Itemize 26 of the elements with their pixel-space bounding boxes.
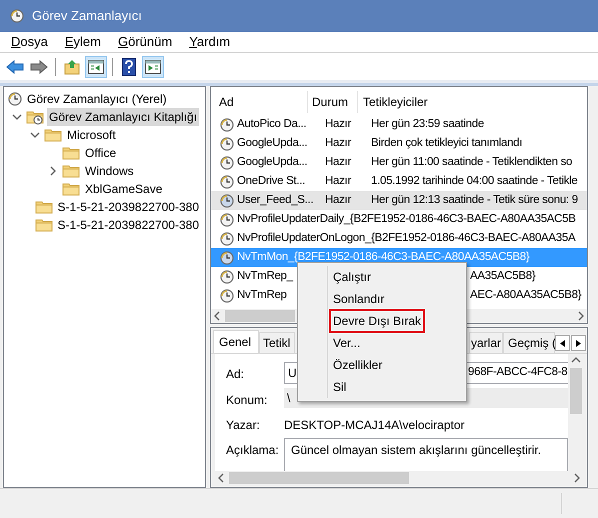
task-trigger: Birden çok tetikleyici tanımlandı [371, 136, 522, 151]
task-status: Hazır [324, 154, 352, 170]
task-name: GoogleUpda... [237, 136, 308, 151]
task-name: User_Feed_S... [237, 192, 314, 208]
task-trigger: Her gün 12:13 saatinde - Tetik süre sonu: 9 [371, 192, 578, 208]
task-name-end: AA35AC5B8} [470, 268, 536, 284]
task-name: NvProfileUpdaterDaily_{B2FE1952-0186-46C3-BAEC-A80AA35AC5B [237, 212, 576, 227]
task-name: GoogleUpda... [237, 154, 308, 170]
task-name: AutoPico Da... [237, 116, 308, 132]
task-name: OneDrive St... [237, 174, 306, 189]
field-label: Açıklama: [226, 442, 280, 459]
task-status: Hazır [324, 174, 352, 189]
task-name-end: AEC-A80AA35AC5B8} [470, 288, 582, 303]
field-label: Yazar: [226, 417, 261, 434]
task-status: Hazır [324, 116, 352, 132]
task-status: Hazır [324, 192, 352, 208]
author-value: DESKTOP-MCAJ14A\velociraptor [284, 417, 465, 434]
task-status: Hazır [324, 136, 352, 151]
window-title: Görev Zamanlayıcı [32, 7, 142, 26]
field-label: Konum: [226, 392, 268, 409]
field-label: Ad: [226, 366, 246, 383]
task-name: NvTmMon_{B2FE1952-0186-46C3-BAEC-A80AA35AC5B8} [237, 250, 530, 265]
task-trigger: Her gün 11:00 saatinde - Tetiklendikten so [371, 154, 572, 170]
task-name: NvProfileUpdaterOnLogon_{B2FE1952-0186-46C3-BAEC-A80AA35A [237, 230, 576, 246]
task-trigger: Her gün 23:59 saatinde [371, 116, 484, 132]
task-trigger: 1.05.1992 tarihinde 04:00 saatinde - Tetikle [371, 174, 578, 189]
